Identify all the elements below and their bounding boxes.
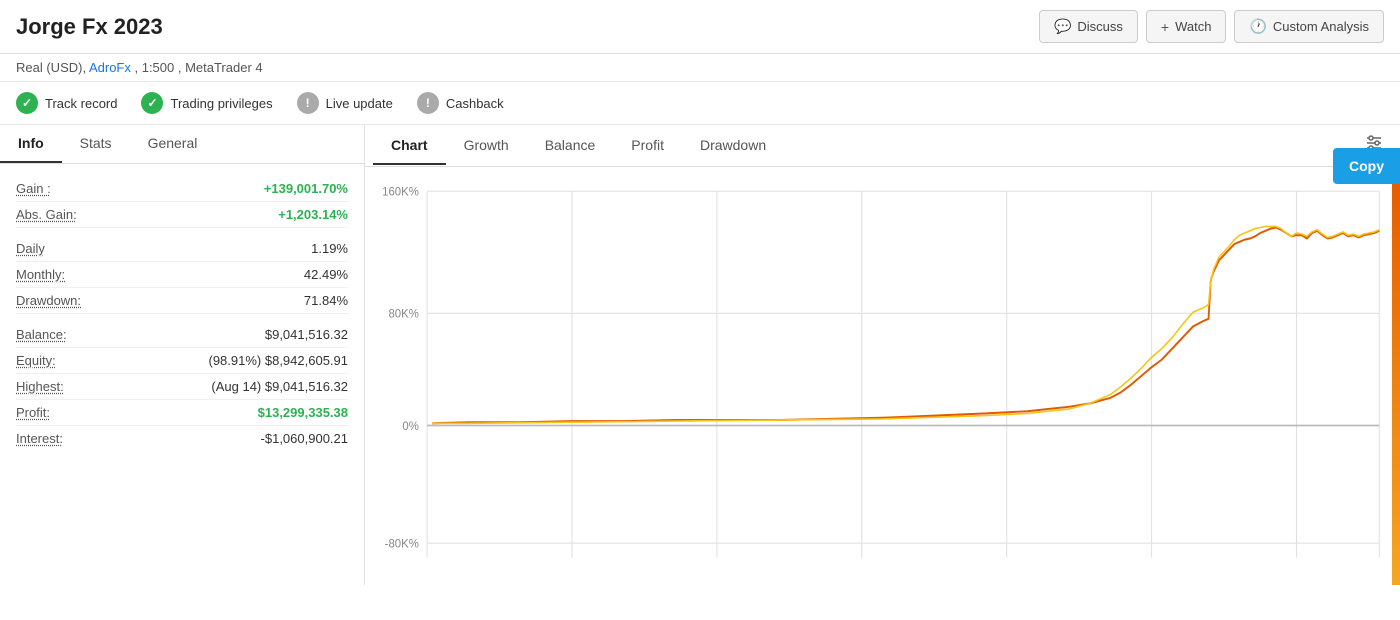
orange-accent-bar (1392, 167, 1400, 585)
cashback-icon: ! (417, 92, 439, 114)
stat-daily-value: 1.19% (311, 241, 348, 256)
stat-equity: Equity: (98.91%) $8,942,605.91 (16, 348, 348, 374)
page-header: Jorge Fx 2023 💬 Discuss + Watch 🕐 Custom… (0, 0, 1400, 54)
stat-balance-value: $9,041,516.32 (265, 327, 348, 342)
header-actions: 💬 Discuss + Watch 🕐 Custom Analysis (1039, 10, 1384, 43)
trading-privileges-label: Trading privileges (170, 96, 272, 111)
badge-trading-privileges: ✓ Trading privileges (141, 92, 272, 114)
stat-abs-gain-value: +1,203.14% (278, 207, 348, 222)
stat-balance: Balance: $9,041,516.32 (16, 322, 348, 348)
stat-monthly-value: 42.49% (304, 267, 348, 282)
custom-analysis-icon: 🕐 (1249, 18, 1266, 35)
badge-track-record: ✓ Track record (16, 92, 117, 114)
stat-gain-label: Gain : (16, 181, 51, 196)
svg-text:80K%: 80K% (388, 307, 419, 320)
stat-interest-label: Interest: (16, 431, 63, 446)
stat-daily-label: Daily (16, 241, 45, 256)
live-update-icon: ! (297, 92, 319, 114)
stat-profit-label: Profit: (16, 405, 50, 420)
svg-text:0%: 0% (402, 420, 419, 433)
chart-tab-profit[interactable]: Profit (613, 127, 682, 165)
left-panel: Info Stats General Gain : +139,001.70% A… (0, 125, 365, 585)
live-update-label: Live update (326, 96, 393, 111)
discuss-button[interactable]: 💬 Discuss (1039, 10, 1138, 43)
stat-separator-1 (16, 228, 348, 236)
svg-text:160K%: 160K% (382, 185, 419, 198)
chart-tab-row: Chart Growth Balance Profit Drawdown (365, 125, 1400, 167)
track-record-icon: ✓ (16, 92, 38, 114)
discuss-icon: 💬 (1054, 18, 1071, 35)
tab-info[interactable]: Info (0, 125, 62, 163)
stat-highest: Highest: (Aug 14) $9,041,516.32 (16, 374, 348, 400)
stat-interest: Interest: -$1,060,900.21 (16, 426, 348, 451)
stat-highest-label: Highest: (16, 379, 64, 394)
discuss-label: Discuss (1077, 19, 1123, 34)
stat-monthly-label: Monthly: (16, 267, 65, 282)
stat-equity-value: (98.91%) $8,942,605.91 (209, 353, 349, 368)
chart-svg: 160K% 80K% 0% -80K% (365, 167, 1400, 585)
tab-stats[interactable]: Stats (62, 125, 130, 163)
trading-privileges-icon: ✓ (141, 92, 163, 114)
stat-profit-value: $13,299,335.38 (258, 405, 348, 420)
badge-bar: ✓ Track record ✓ Trading privileges ! Li… (0, 82, 1400, 125)
stat-equity-label: Equity: (16, 353, 56, 368)
watch-label: Watch (1175, 19, 1211, 34)
stat-abs-gain: Abs. Gain: +1,203.14% (16, 202, 348, 228)
chart-tab-growth[interactable]: Growth (446, 127, 527, 165)
custom-analysis-button[interactable]: 🕐 Custom Analysis (1234, 10, 1384, 43)
watch-button[interactable]: + Watch (1146, 10, 1227, 43)
badge-cashback: ! Cashback (417, 92, 504, 114)
stat-drawdown-label: Drawdown: (16, 293, 81, 308)
right-panel: Chart Growth Balance Profit Drawdown (365, 125, 1400, 585)
subtitle-prefix: Real (USD), (16, 60, 89, 75)
subtitle-bar: Real (USD), AdroFx , 1:500 , MetaTrader … (0, 54, 1400, 82)
copy-button[interactable]: Copy (1333, 148, 1400, 184)
tab-general[interactable]: General (130, 125, 216, 163)
watch-icon: + (1161, 19, 1169, 35)
subtitle-suffix: , 1:500 , MetaTrader 4 (131, 60, 263, 75)
stats-table: Gain : +139,001.70% Abs. Gain: +1,203.14… (0, 164, 364, 585)
badge-live-update: ! Live update (297, 92, 393, 114)
chart-tab-balance[interactable]: Balance (527, 127, 614, 165)
broker-link[interactable]: AdroFx (89, 60, 131, 75)
stat-balance-label: Balance: (16, 327, 67, 342)
stat-daily: Daily 1.19% (16, 236, 348, 262)
stat-gain-value: +139,001.70% (264, 181, 348, 196)
custom-analysis-label: Custom Analysis (1273, 19, 1369, 34)
chart-tab-drawdown[interactable]: Drawdown (682, 127, 784, 165)
stat-separator-2 (16, 314, 348, 322)
stat-drawdown: Drawdown: 71.84% (16, 288, 348, 314)
track-record-label: Track record (45, 96, 117, 111)
stat-highest-value: (Aug 14) $9,041,516.32 (211, 379, 348, 394)
stat-interest-value: -$1,060,900.21 (261, 431, 348, 446)
cashback-label: Cashback (446, 96, 504, 111)
stat-gain: Gain : +139,001.70% (16, 176, 348, 202)
stat-abs-gain-label: Abs. Gain: (16, 207, 77, 222)
left-tab-row: Info Stats General (0, 125, 364, 164)
stat-profit: Profit: $13,299,335.38 (16, 400, 348, 426)
page-title: Jorge Fx 2023 (16, 14, 163, 40)
stat-drawdown-value: 71.84% (304, 293, 348, 308)
main-content: Info Stats General Gain : +139,001.70% A… (0, 125, 1400, 585)
svg-text:-80K%: -80K% (385, 537, 420, 550)
chart-tab-chart[interactable]: Chart (373, 127, 446, 165)
stat-monthly: Monthly: 42.49% (16, 262, 348, 288)
chart-area: 160K% 80K% 0% -80K% (365, 167, 1400, 585)
